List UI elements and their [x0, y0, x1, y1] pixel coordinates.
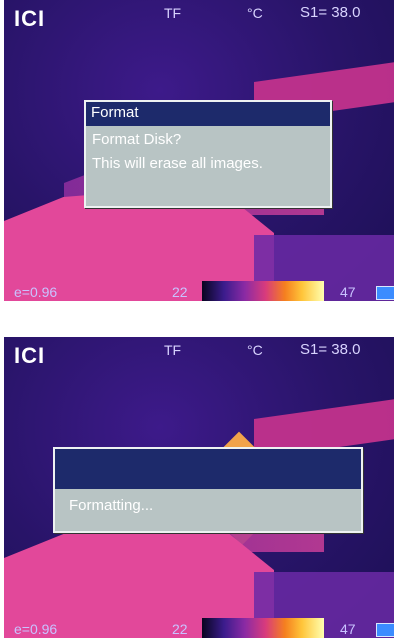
setpoint-readout: S1= 38.0: [300, 341, 361, 358]
thermal-screen-formatting: ICI TF °C S1= 38.0 Formatting... e=0.96 …: [4, 337, 394, 638]
setpoint-readout: S1= 38.0: [300, 4, 361, 21]
brand-logo: ICI: [14, 343, 46, 368]
scale-min-label: 22: [172, 284, 188, 300]
unit-label: °C: [247, 5, 263, 21]
dialog-status: Formatting...: [69, 497, 154, 514]
formatting-dialog: Formatting...: [53, 447, 363, 533]
color-scale-bar: [202, 281, 324, 301]
scale-max-label: 47: [340, 284, 356, 300]
color-scale-bar: [202, 618, 324, 638]
emissivity-readout: e=0.96: [14, 284, 58, 300]
scale-min-label: 22: [172, 621, 188, 637]
battery-icon: [376, 623, 394, 637]
format-dialog: Format Format Disk? This will erase all …: [84, 100, 332, 208]
dialog-title: Format: [86, 102, 330, 126]
dialog-question[interactable]: Format Disk?: [86, 126, 330, 150]
thermal-screen-format-prompt: ICI TF °C S1= 38.0 Format Format Disk? T…: [4, 0, 394, 301]
emissivity-readout: e=0.96: [14, 621, 58, 637]
dialog-warning: This will erase all images.: [92, 155, 263, 172]
mode-label: TF: [164, 342, 182, 358]
battery-icon: [376, 286, 394, 300]
scale-max-label: 47: [340, 621, 356, 637]
brand-logo: ICI: [14, 6, 46, 31]
unit-label: °C: [247, 342, 263, 358]
mode-label: TF: [164, 5, 182, 21]
dialog-title: [55, 449, 361, 489]
